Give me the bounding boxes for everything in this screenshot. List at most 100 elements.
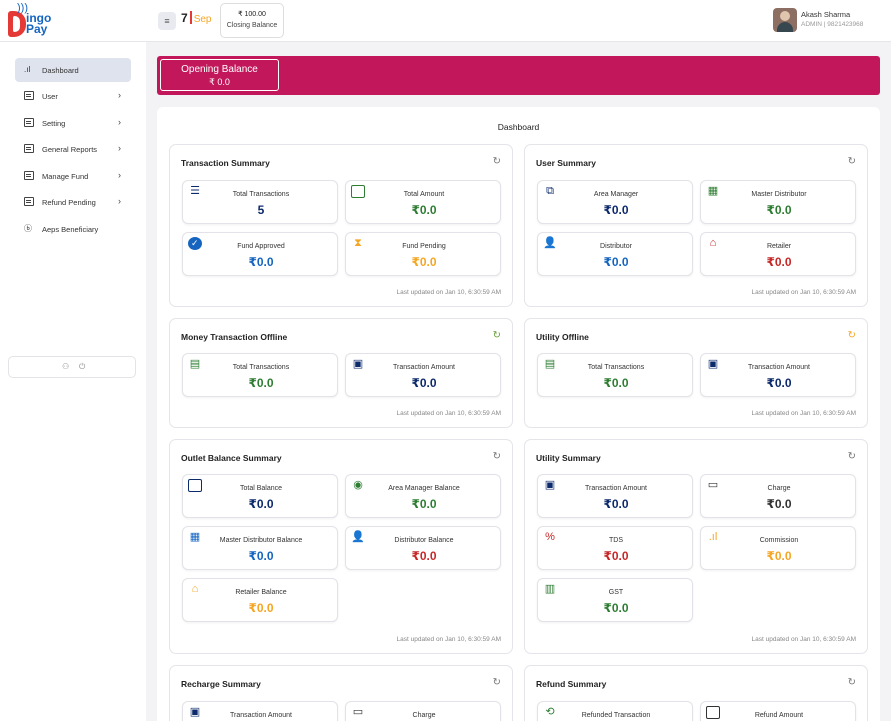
power-icon[interactable]: ⏻ (79, 362, 85, 372)
tile-value: ₹0.0 (248, 497, 274, 511)
refresh-icon[interactable]: ↻ (848, 156, 856, 167)
tile-total-transactions[interactable]: ▤ Total Transactions ₹0.0 (537, 353, 693, 397)
tile-label: Total Balance (239, 485, 283, 492)
tile-label: Master Distributor Balance (219, 537, 303, 544)
card-title: Utility Offline (536, 332, 589, 342)
user-summary-card: User Summary ↻ ⧉ Area Manager ₹0.0 ▦ Mas… (524, 144, 868, 307)
tile-refund-amount[interactable]: Refund Amount (700, 701, 856, 721)
tile-fund-approved[interactable]: Fund Approved ₹0.0 (182, 232, 338, 276)
tile-value: ₹0.0 (411, 497, 437, 511)
list-icon (24, 197, 34, 206)
tile-charge[interactable]: ▭ Charge (345, 701, 501, 721)
tile-distributor-balance[interactable]: 👤 Distributor Balance ₹0.0 (345, 526, 501, 570)
sidebar-item-manage-fund[interactable]: Manage Fund › (15, 164, 131, 188)
refresh-icon[interactable]: ↻ (848, 451, 856, 462)
tile-transaction-amount[interactable]: ▣ Transaction Amount ₹0.0 (537, 474, 693, 518)
tile-label: Retailer (766, 243, 792, 250)
page-title: Dashboard (497, 122, 540, 132)
tile-value: ₹0.0 (603, 203, 629, 217)
tile-value: ₹0.0 (603, 497, 629, 511)
tile-label: Transaction Amount (748, 364, 810, 371)
tile-value: ₹0.0 (248, 376, 274, 390)
list-icon (24, 118, 34, 127)
sidebar-item-general-reports[interactable]: General Reports › (15, 137, 131, 161)
refresh-icon[interactable]: ↻ (493, 677, 501, 688)
user-icon[interactable]: ⚇ (62, 362, 69, 371)
tile-transaction-amount[interactable]: ▣ Transaction Amount (182, 701, 338, 721)
tile-label: TDS (609, 537, 623, 544)
tile-label: Total Transactions (232, 191, 290, 198)
chevron-right-icon: › (118, 143, 121, 153)
tile-fund-pending[interactable]: ⧗ Fund Pending ₹0.0 (345, 232, 501, 276)
tile-tds[interactable]: % TDS ₹0.0 (537, 526, 693, 570)
tile-total-transactions[interactable]: ☰ Total Transactions 5 (182, 180, 338, 224)
tile-area-manager[interactable]: ⧉ Area Manager ₹0.0 (537, 180, 693, 224)
tile-refunded-transaction[interactable]: ⟲ Refunded Transaction (537, 701, 693, 721)
tile-gst[interactable]: ▥ GST ₹0.0 (537, 578, 693, 622)
tile-label: Commission (759, 537, 799, 544)
tile-value: ₹0.0 (603, 601, 629, 615)
tile-total-balance[interactable]: Total Balance ₹0.0 (182, 474, 338, 518)
outlet-balance-summary-card: Outlet Balance Summary ↻ Total Balance ₹… (169, 439, 513, 654)
user-name: Akash Sharma (801, 10, 851, 19)
tile-charge[interactable]: ▭ Charge ₹0.0 (700, 474, 856, 518)
sidebar-item-label: User (42, 92, 58, 101)
closing-balance-amount: ₹ 100.00 (238, 11, 266, 18)
sidebar-item-dashboard[interactable]: .ıl Dashboard (15, 58, 131, 82)
tile-distributor[interactable]: 👤 Distributor ₹0.0 (537, 232, 693, 276)
tile-transaction-amount[interactable]: ▣ Transaction Amount ₹0.0 (345, 353, 501, 397)
tile-transaction-amount[interactable]: ▣ Transaction Amount ₹0.0 (700, 353, 856, 397)
refresh-icon[interactable]: ↻ (493, 451, 501, 462)
tile-master-distributor-balance[interactable]: ▦ Master Distributor Balance ₹0.0 (182, 526, 338, 570)
last-updated-text: Last updated on Jan 10, 6:30:59 AM (751, 289, 856, 296)
tile-label: Area Manager (593, 191, 639, 198)
tile-total-transactions[interactable]: ▤ Total Transactions ₹0.0 (182, 353, 338, 397)
tile-value: ₹0.0 (411, 549, 437, 563)
refresh-icon[interactable]: ↻ (493, 330, 501, 341)
refresh-icon[interactable]: ↻ (848, 330, 856, 341)
tile-value: ₹0.0 (603, 549, 629, 563)
sidebar-footer-buttons: ⚇ ⏻ (8, 356, 136, 378)
tile-value: ₹0.0 (248, 549, 274, 563)
sidebar-item-label: Aeps Beneficiary (42, 225, 99, 234)
refund-summary-card: Refund Summary ↻ ⟲ Refunded Transaction … (524, 665, 868, 721)
tile-label: Charge (412, 712, 436, 719)
top-bar: ))) ingo Pay ≡ 7 Sep ₹ 100.00 Closing Bal… (0, 0, 891, 42)
tile-total-amount[interactable]: Total Amount ₹0.0 (345, 180, 501, 224)
sidebar-item-aeps-beneficiary[interactable]: ⓑ Aeps Beneficiary (15, 217, 131, 241)
sidebar-item-refund-pending[interactable]: Refund Pending › (15, 190, 131, 214)
tile-value: ₹0.0 (766, 203, 792, 217)
list-icon (24, 91, 34, 100)
sidebar-item-setting[interactable]: Setting › (15, 111, 131, 135)
tile-retailer[interactable]: ⌂ Retailer ₹0.0 (700, 232, 856, 276)
user-profile[interactable]: Akash Sharma ADMIN | 9821423968 (769, 8, 881, 34)
chevron-right-icon: › (118, 196, 121, 206)
hamburger-icon[interactable]: ≡ (158, 12, 176, 30)
tile-label: Transaction Amount (585, 485, 647, 492)
last-updated-text: Last updated on Jan 10, 6:30:59 AM (396, 289, 501, 296)
card-title: Transaction Summary (181, 158, 270, 168)
tile-label: Retailer Balance (235, 589, 287, 596)
tile-area-manager-balance[interactable]: ◉ Area Manager Balance ₹0.0 (345, 474, 501, 518)
tile-label: Refund Amount (754, 712, 804, 719)
tile-value: ₹0.0 (248, 601, 274, 615)
bingopay-logo[interactable]: ))) ingo Pay (8, 3, 52, 39)
sidebar-item-user[interactable]: User › (15, 84, 131, 108)
tile-label: Transaction Amount (393, 364, 455, 371)
tile-value: ₹0.0 (248, 255, 274, 269)
tile-label: Distributor (600, 243, 632, 250)
sidebar-item-label: Dashboard (42, 66, 79, 75)
tile-label: Distributor Balance (394, 537, 454, 544)
tile-master-distributor[interactable]: ▦ Master Distributor ₹0.0 (700, 180, 856, 224)
avatar[interactable] (773, 8, 797, 32)
sidebar-item-label: Manage Fund (42, 172, 89, 181)
refresh-icon[interactable]: ↻ (848, 677, 856, 688)
tile-retailer-balance[interactable]: ⌂ Retailer Balance ₹0.0 (182, 578, 338, 622)
date-month: Sep (193, 14, 212, 25)
opening-balance-title: Opening Balance (181, 64, 258, 75)
opening-balance-banner: Opening Balance ₹ 0.0 (157, 56, 880, 95)
refresh-icon[interactable]: ↻ (493, 156, 501, 167)
tile-value: ₹0.0 (766, 497, 792, 511)
tile-commission[interactable]: .ıl Commission ₹0.0 (700, 526, 856, 570)
chevron-right-icon: › (118, 170, 121, 180)
